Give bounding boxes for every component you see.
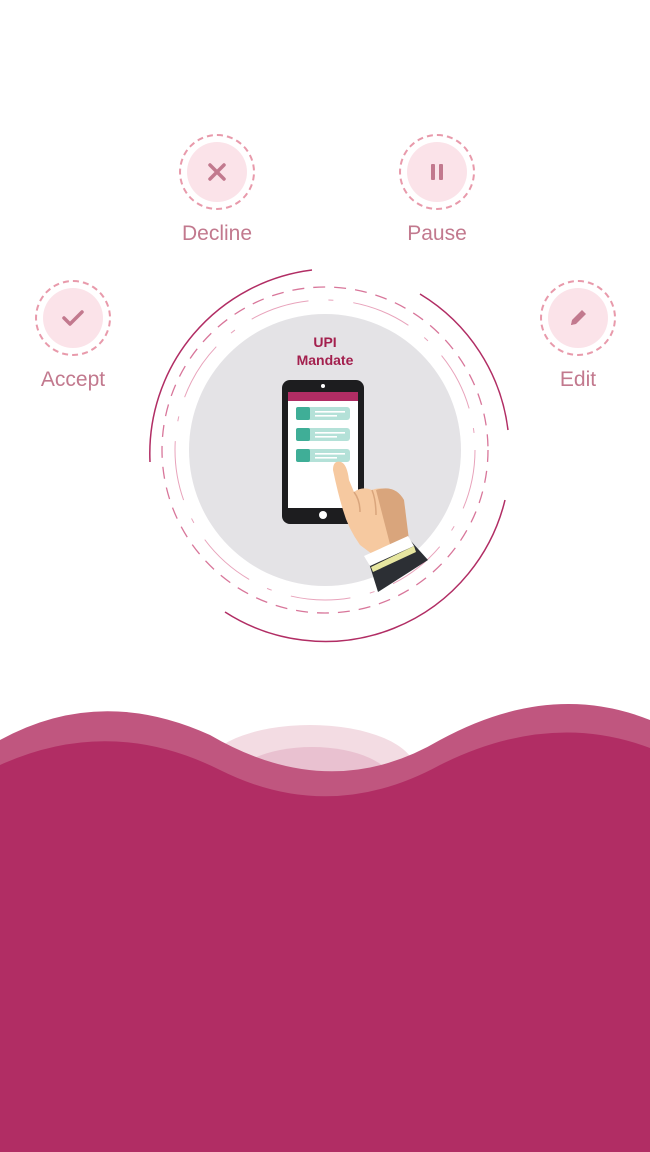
hero-title-line1: UPI [313, 334, 336, 350]
hero-title-line2: Mandate [297, 352, 354, 368]
bottom-wave [0, 704, 650, 1152]
upi-mandate-illustration: UPI Mandate [149, 269, 509, 643]
